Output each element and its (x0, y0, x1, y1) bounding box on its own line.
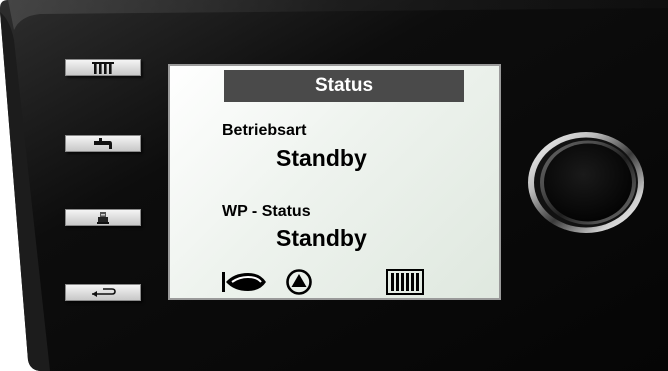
heat-pump-status-value: Standby (276, 225, 367, 251)
radiator-status-icon (386, 269, 424, 300)
heat-pump-button[interactable] (65, 209, 141, 226)
hot-water-button[interactable] (65, 135, 141, 152)
compressor-icon (222, 271, 268, 298)
rotary-knob[interactable] (527, 131, 645, 234)
back-button[interactable] (65, 284, 141, 301)
heat-pump-icon (66, 210, 140, 225)
faucet-icon (66, 136, 140, 151)
screen-title: Status (224, 70, 464, 102)
heating-button[interactable] (65, 59, 141, 76)
return-arrow-icon (66, 285, 140, 300)
operating-mode-label: Betriebsart (222, 122, 307, 139)
lcd-screen: Status Betriebsart Standby WP - Status S… (168, 64, 501, 300)
radiator-icon (66, 60, 140, 75)
operating-mode-value: Standby (276, 145, 367, 171)
heat-pump-status-label: WP - Status (222, 203, 311, 220)
controller-panel: Status Betriebsart Standby WP - Status S… (0, 0, 668, 371)
pump-icon (286, 269, 312, 300)
